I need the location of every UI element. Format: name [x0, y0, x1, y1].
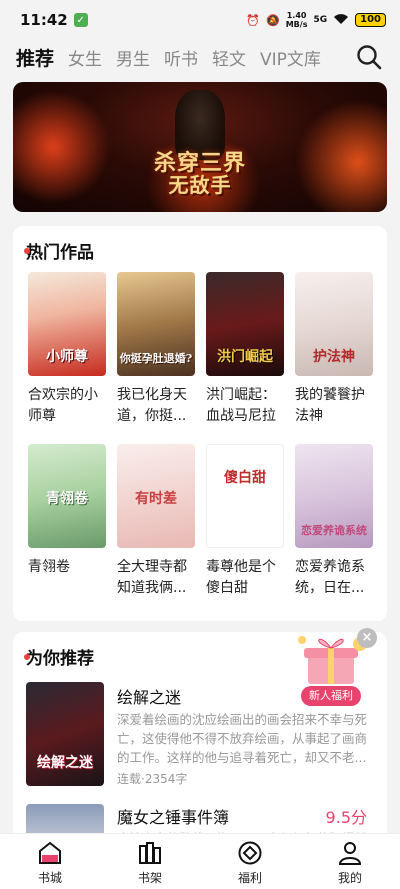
book-card[interactable]: 青翎卷 青翎卷: [28, 444, 106, 578]
book-title: 洪门崛起：血战马尼拉: [206, 387, 276, 424]
book-card[interactable]: 洪门崛起 洪门崛起：血战马尼拉: [206, 272, 284, 427]
book-cover: 有时差: [117, 444, 195, 548]
bottom-nav: 书城 书架 福利 我的: [0, 833, 400, 889]
status-time: 11:42: [20, 11, 68, 29]
net-speed: 1.40 MB/s: [285, 11, 308, 29]
tab-recommend[interactable]: 推荐: [16, 44, 54, 71]
book-title: 我的饕餮护法神: [295, 387, 365, 424]
nav-profile[interactable]: 我的: [300, 834, 400, 889]
nav-welfare[interactable]: 福利: [200, 834, 300, 889]
profile-icon: [338, 842, 362, 865]
book-card[interactable]: 你挺孕肚退婚? 我已化身天道，你挺...: [117, 272, 195, 427]
tab-audiobook[interactable]: 听书: [164, 45, 198, 70]
tab-female[interactable]: 女生: [68, 45, 102, 70]
battery-indicator: 100: [355, 13, 386, 27]
alarm-icon: ⏰: [246, 13, 261, 27]
category-tabs: 推荐 女生 男生 听书 轻文 VIP文库: [0, 40, 400, 74]
book-cover: 护法神: [295, 272, 373, 376]
status-bar: 11:42 ✓ ⏰ 🔕 1.40 MB/s 5G 100: [0, 0, 400, 40]
book-card[interactable]: 有时差 全大理寺都知道我俩...: [117, 444, 195, 599]
book-card[interactable]: 恋爱养诡系统 恋爱养诡系统，日在...: [295, 444, 373, 599]
book-title: 全大理寺都知道我俩...: [117, 559, 187, 596]
book-title: 我已化身天道，你挺...: [117, 387, 187, 424]
book-card[interactable]: 护法神 我的饕餮护法神: [295, 272, 373, 427]
book-title: 青翎卷: [28, 559, 70, 575]
hot-works-section: 热门作品 小师尊 合欢宗的小师尊 你挺孕肚退婚? 我已化身天道，你挺... 洪门…: [13, 226, 387, 621]
book-description: 深爱着绘画的沈应绘画出的画会招来不幸与死亡，这使得他不得不放弃绘画，从事起了画商…: [117, 712, 368, 765]
book-title: 合欢宗的小师尊: [28, 387, 98, 424]
promo-banner[interactable]: 杀穿三界 无敌手: [13, 82, 387, 212]
mute-icon: 🔕: [266, 13, 280, 27]
close-icon[interactable]: ×: [357, 628, 377, 648]
book-cover: 你挺孕肚退婚?: [117, 272, 195, 376]
book-cover: 傻白甜: [206, 444, 284, 548]
book-cover: 青翎卷: [28, 444, 106, 548]
book-meta: 连载·2354字: [117, 772, 188, 786]
tab-male[interactable]: 男生: [116, 45, 150, 70]
book-cover[interactable]: 绘解之迷: [26, 682, 104, 786]
book-score: 9.5分: [325, 808, 367, 827]
tab-light-novel[interactable]: 轻文: [212, 45, 246, 70]
network-label: 5G: [313, 15, 328, 25]
book-cover: 洪门崛起: [206, 272, 284, 376]
newcomer-gift-label[interactable]: 新人福利: [301, 686, 361, 706]
book-title[interactable]: 魔女之锤事件簿: [117, 804, 229, 828]
book-card[interactable]: 小师尊 合欢宗的小师尊: [28, 272, 106, 427]
nav-bookshelf[interactable]: 书架: [100, 834, 200, 889]
bookshelf-icon: [139, 842, 161, 864]
section-title-hot: 热门作品: [24, 243, 94, 263]
banner-title: 杀穿三界 无敌手: [153, 150, 246, 197]
wifi-icon: [333, 13, 349, 28]
welfare-icon: [238, 841, 262, 865]
status-indicators: ⏰ 🔕 1.40 MB/s 5G 100: [246, 11, 386, 29]
book-title: 毒尊他是个傻白甜: [206, 559, 276, 596]
app-notification-icon: ✓: [73, 13, 88, 27]
book-cover: 小师尊: [28, 272, 106, 376]
book-card[interactable]: 傻白甜 毒尊他是个傻白甜: [206, 444, 284, 599]
tab-vip-library[interactable]: VIP文库: [260, 45, 321, 70]
section-title-recommend: 为你推荐: [24, 649, 94, 669]
home-icon: [39, 841, 61, 864]
book-title[interactable]: 绘解之迷: [117, 684, 181, 708]
book-cover: 恋爱养诡系统: [295, 444, 373, 548]
nav-bookstore[interactable]: 书城: [0, 834, 100, 889]
search-icon[interactable]: [356, 44, 382, 70]
book-title: 恋爱养诡系统，日在...: [295, 559, 365, 596]
